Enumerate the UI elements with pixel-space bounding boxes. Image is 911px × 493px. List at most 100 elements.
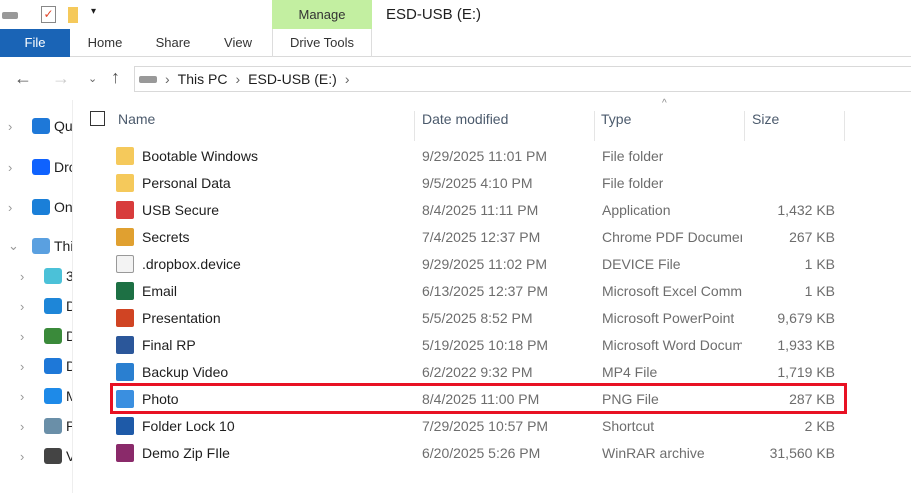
file-date: 5/5/2025 8:52 PM xyxy=(422,310,533,326)
file-size: 9,679 KB xyxy=(777,310,835,326)
file-date: 6/20/2025 5:26 PM xyxy=(422,445,541,461)
cloud-icon xyxy=(32,199,50,215)
sidebar-item-label: Documents xyxy=(66,328,72,344)
powerpoint-icon xyxy=(116,309,134,327)
sidebar-item[interactable]: › Music xyxy=(20,385,72,407)
recent-locations-button[interactable]: ⌄ xyxy=(88,72,97,85)
breadcrumb-this-pc[interactable]: This PC xyxy=(178,71,228,87)
customize-dropdown-icon[interactable]: ▾ xyxy=(91,6,96,17)
chevron-right-icon[interactable]: › xyxy=(8,119,22,134)
column-name[interactable]: Name xyxy=(118,111,155,127)
sidebar-item-label: Pictures xyxy=(66,418,72,434)
chevron-right-icon[interactable]: › xyxy=(8,200,22,215)
file-size: 1,432 KB xyxy=(777,202,835,218)
music-icon xyxy=(44,388,62,404)
sidebar-item[interactable]: › Documents xyxy=(20,325,72,347)
file-size: 1 KB xyxy=(804,283,835,299)
file-row[interactable]: Demo Zip FIle 6/20/2025 5:26 PM WinRAR a… xyxy=(110,440,846,467)
file-type: Microsoft Word Document xyxy=(602,337,742,353)
file-type: DEVICE File xyxy=(602,256,681,272)
file-name: Personal Data xyxy=(142,175,231,191)
column-size[interactable]: Size xyxy=(752,111,779,127)
file-name: .dropbox.device xyxy=(142,256,241,272)
manage-context-tab[interactable]: Manage xyxy=(272,0,372,29)
folder-icon xyxy=(116,147,134,165)
sidebar-item-label: Quick access xyxy=(54,118,73,134)
file-row[interactable]: USB Secure 8/4/2025 11:11 PM Application… xyxy=(110,197,846,224)
file-type: WinRAR archive xyxy=(602,445,705,461)
sidebar-item[interactable]: › Videos xyxy=(20,445,72,467)
file-date: 9/5/2025 4:10 PM xyxy=(422,175,533,191)
column-type[interactable]: Type xyxy=(601,111,631,127)
file-row[interactable]: Backup Video 6/2/2022 9:32 PM MP4 File 1… xyxy=(110,359,846,386)
file-name: Presentation xyxy=(142,310,221,326)
properties-icon[interactable]: ✓ xyxy=(41,6,56,23)
file-row[interactable]: Bootable Windows 9/29/2025 11:01 PM File… xyxy=(110,143,846,170)
address-bar[interactable]: › This PC › ESD-USB (E:) › xyxy=(134,66,911,92)
cube-icon xyxy=(44,268,62,284)
back-button[interactable]: ← xyxy=(14,68,32,89)
sidebar-item[interactable]: › Desktop xyxy=(20,295,72,317)
breadcrumb-esd-usb[interactable]: ESD-USB (E:) xyxy=(248,71,337,87)
file-size: 1 KB xyxy=(804,256,835,272)
file-size: 1,933 KB xyxy=(777,337,835,353)
file-row[interactable]: Presentation 5/5/2025 8:52 PM Microsoft … xyxy=(110,305,846,332)
up-button[interactable]: ↑ xyxy=(111,67,120,88)
chevron-right-icon[interactable]: › xyxy=(20,359,34,374)
computer-icon xyxy=(32,238,50,254)
file-row[interactable]: Email 6/13/2025 12:37 PM Microsoft Excel… xyxy=(110,278,846,305)
chevron-right-icon[interactable]: › xyxy=(20,419,34,434)
chevron-right-icon[interactable]: › xyxy=(20,389,34,404)
select-all-checkbox[interactable] xyxy=(90,111,105,126)
pictures-icon xyxy=(44,418,62,434)
chevron-right-icon[interactable]: › xyxy=(20,299,34,314)
tab-drive-tools[interactable]: Drive Tools xyxy=(272,29,372,57)
sidebar-item-label: Music xyxy=(66,388,72,404)
documents-icon xyxy=(44,328,62,344)
file-row[interactable]: Secrets 7/4/2025 12:37 PM Chrome PDF Doc… xyxy=(110,224,846,251)
file-name: Folder Lock 10 xyxy=(142,418,235,434)
sidebar-item[interactable]: › Dropbox xyxy=(8,156,72,178)
file-name: Final RP xyxy=(142,337,196,353)
chevron-right-icon: › xyxy=(235,71,241,87)
highlight-box xyxy=(110,383,847,414)
file-row[interactable]: Folder Lock 10 7/29/2025 10:57 PM Shortc… xyxy=(110,413,846,440)
new-folder-icon[interactable] xyxy=(68,7,78,23)
tab-file[interactable]: File xyxy=(0,29,70,57)
file-type: File folder xyxy=(602,148,664,164)
chevron-right-icon[interactable]: › xyxy=(20,329,34,344)
file-row[interactable]: Personal Data 9/5/2025 4:10 PM File fold… xyxy=(110,170,846,197)
sidebar-item[interactable]: › Pictures xyxy=(20,415,72,437)
chevron-down-icon[interactable]: ⌄ xyxy=(8,238,22,254)
video-icon xyxy=(44,448,62,464)
sidebar-item[interactable]: › Quick access xyxy=(8,115,73,137)
file-row[interactable]: Final RP 5/19/2025 10:18 PM Microsoft Wo… xyxy=(110,332,846,359)
file-row[interactable]: .dropbox.device 9/29/2025 11:02 PM DEVIC… xyxy=(110,251,846,278)
sidebar-item-label: Downloads xyxy=(66,358,72,374)
navigation-pane: › Quick access › Dropbox › OneDrive ⌄ This PC › 3… xyxy=(0,100,73,493)
file-size: 267 KB xyxy=(789,229,835,245)
file-size: 2 KB xyxy=(804,418,835,434)
tab-view[interactable]: View xyxy=(210,29,266,57)
sidebar-item[interactable]: › OneDrive xyxy=(8,196,72,218)
file-type: Application xyxy=(602,202,671,218)
tab-home[interactable]: Home xyxy=(75,29,135,57)
folder-icon xyxy=(116,174,134,192)
quick-access-toolbar: ✓ ▾ Manage ESD-USB (E:) xyxy=(0,0,911,29)
column-date[interactable]: Date modified xyxy=(422,111,508,127)
sidebar-item-label: 3D Objects xyxy=(66,268,72,284)
file-date: 6/2/2022 9:32 PM xyxy=(422,364,533,380)
forward-button[interactable]: → xyxy=(52,68,70,89)
chevron-right-icon[interactable]: › xyxy=(8,160,22,175)
chevron-right-icon[interactable]: › xyxy=(20,449,34,464)
chevron-right-icon[interactable]: › xyxy=(20,269,34,284)
sidebar-item[interactable]: › Downloads xyxy=(20,355,72,377)
file-type: Chrome PDF Document xyxy=(602,229,742,245)
folder-lock-icon xyxy=(116,417,134,435)
tab-share[interactable]: Share xyxy=(145,29,201,57)
sidebar-item[interactable]: ⌄ This PC xyxy=(8,235,72,257)
chrome-pdf-icon xyxy=(116,228,134,246)
sidebar-item[interactable]: › 3D Objects xyxy=(20,265,72,287)
winrar-icon xyxy=(116,444,134,462)
file-size: 31,560 KB xyxy=(769,445,835,461)
